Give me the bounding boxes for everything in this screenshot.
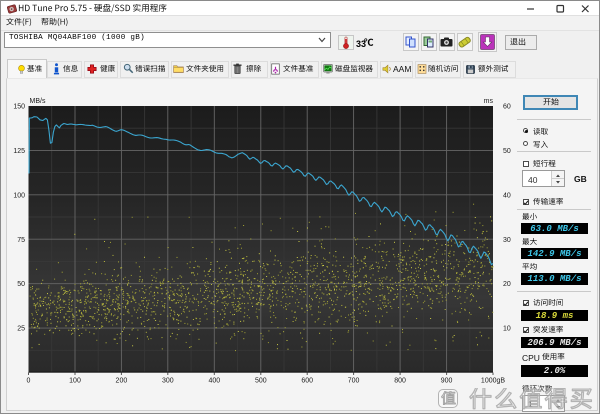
svg-text:50: 50: [17, 281, 25, 288]
svg-text:150: 150: [13, 104, 25, 111]
svg-text:1000gB: 1000gB: [481, 377, 505, 384]
svg-text:40: 40: [503, 192, 511, 199]
svg-text:100: 100: [69, 377, 81, 384]
svg-text:20: 20: [503, 281, 511, 288]
svg-text:300: 300: [162, 377, 174, 384]
svg-text:800: 800: [394, 377, 406, 384]
svg-text:600: 600: [301, 377, 313, 384]
svg-text:700: 700: [348, 377, 360, 384]
svg-text:MB/s: MB/s: [30, 98, 46, 105]
svg-text:30: 30: [503, 237, 511, 244]
svg-text:500: 500: [255, 377, 267, 384]
svg-text:10: 10: [503, 326, 511, 333]
svg-text:ms: ms: [484, 98, 494, 105]
svg-text:0: 0: [27, 377, 31, 384]
svg-text:60: 60: [503, 104, 511, 111]
svg-text:25: 25: [17, 326, 25, 333]
svg-text:125: 125: [13, 148, 25, 155]
svg-text:400: 400: [208, 377, 220, 384]
svg-text:200: 200: [116, 377, 128, 384]
svg-text:900: 900: [441, 377, 453, 384]
svg-text:75: 75: [17, 237, 25, 244]
svg-text:100: 100: [13, 192, 25, 199]
svg-text:50: 50: [503, 148, 511, 155]
